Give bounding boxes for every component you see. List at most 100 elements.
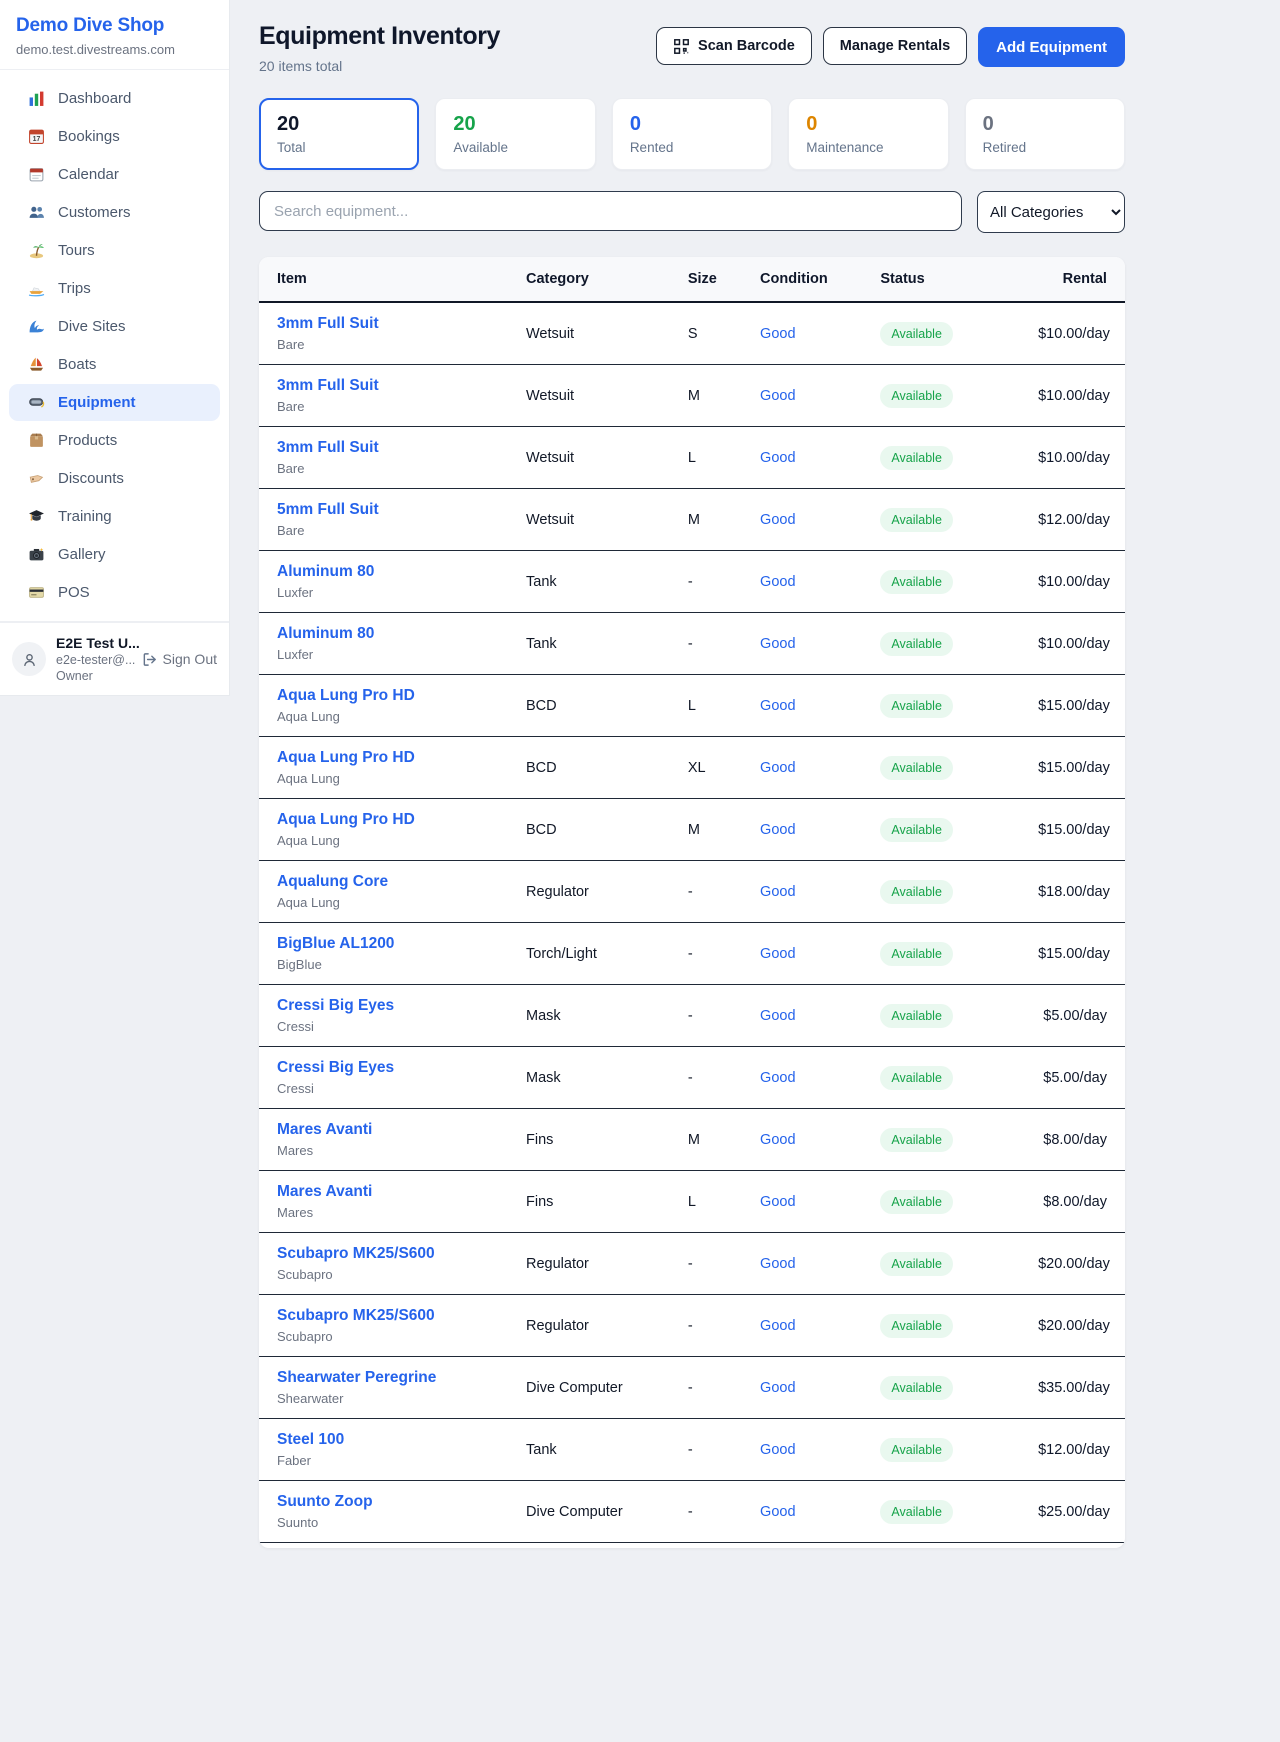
condition-link[interactable]: Good <box>760 698 795 714</box>
status-badge: Available <box>880 1004 953 1028</box>
category-select[interactable]: All Categories <box>977 191 1125 233</box>
sidebar-item-tours[interactable]: Tours <box>9 232 220 269</box>
table-row: Mares Avanti Mares Fins M Good Available… <box>259 1109 1125 1171</box>
add-equipment-button[interactable]: Add Equipment <box>978 27 1125 67</box>
sidebar-item-training[interactable]: Training <box>9 498 220 535</box>
condition-link[interactable]: Good <box>760 1380 795 1396</box>
condition-link[interactable]: Good <box>760 450 795 466</box>
sidebar-nav: Dashboard 17 Bookings Calendar Customers… <box>0 70 229 621</box>
sidebar-item-dive-sites[interactable]: Dive Sites <box>9 308 220 345</box>
condition-link[interactable]: Good <box>760 1132 795 1148</box>
sidebar-item-label: Tours <box>58 242 95 259</box>
item-name-link[interactable]: Suunto Zoop <box>277 1493 373 1511</box>
stats-row: 20 Total 20 Available 0 Rented 0 Mainten… <box>259 98 1125 170</box>
status-cell: Available <box>880 1252 1038 1276</box>
sidebar-item-products[interactable]: Products <box>9 422 220 459</box>
stat-card-rented[interactable]: 0 Rented <box>612 98 772 170</box>
manage-rentals-button[interactable]: Manage Rentals <box>823 27 967 65</box>
condition-link[interactable]: Good <box>760 1070 795 1086</box>
stat-card-retired[interactable]: 0 Retired <box>965 98 1125 170</box>
scan-barcode-button[interactable]: Scan Barcode <box>656 27 812 65</box>
condition-link[interactable]: Good <box>760 512 795 528</box>
sidebar-item-equipment[interactable]: Equipment <box>9 384 220 421</box>
user-email: e2e-tester@... <box>56 653 132 667</box>
sidebar-item-label: Boats <box>58 356 96 373</box>
size-cell: - <box>688 574 760 590</box>
rental-cell: $15.00/day <box>1038 946 1107 962</box>
page-header: Equipment Inventory 20 items total Scan … <box>259 22 1125 74</box>
condition-link[interactable]: Good <box>760 946 795 962</box>
item-name-link[interactable]: Scubapro MK25/S600 <box>277 1307 435 1325</box>
item-cell: Mares Avanti Mares <box>277 1121 526 1158</box>
rental-cell: $15.00/day <box>1038 822 1107 838</box>
sign-out-button[interactable]: Sign Out <box>142 651 217 667</box>
condition-link[interactable]: Good <box>760 326 795 342</box>
item-name-link[interactable]: Aluminum 80 <box>277 625 374 643</box>
stat-card-maintenance[interactable]: 0 Maintenance <box>788 98 948 170</box>
table-row: Aqua Lung Pro HD Aqua Lung BCD L Good Av… <box>259 675 1125 737</box>
item-name-link[interactable]: Aqualung Core <box>277 873 388 891</box>
sidebar-item-gallery[interactable]: Gallery <box>9 536 220 573</box>
item-name-link[interactable]: Aluminum 80 <box>277 563 374 581</box>
table-row: Steel 100 Faber Tank - Good Available $1… <box>259 1419 1125 1481</box>
item-brand: Cressi <box>277 1019 526 1034</box>
table-row: Aqua Lung Pro HD Aqua Lung BCD M Good Av… <box>259 799 1125 861</box>
size-cell: M <box>688 512 760 528</box>
item-name-link[interactable]: Scubapro MK25/S600 <box>277 1245 435 1263</box>
condition-link[interactable]: Good <box>760 1504 795 1520</box>
item-name-link[interactable]: Mares Avanti <box>277 1121 372 1139</box>
column-header: Rental <box>1038 271 1107 287</box>
sidebar-item-label: Dive Sites <box>58 318 126 335</box>
item-name-link[interactable]: Aqua Lung Pro HD <box>277 687 415 705</box>
item-name-link[interactable]: BigBlue AL1200 <box>277 935 394 953</box>
item-name-link[interactable]: Shearwater Peregrine <box>277 1369 436 1387</box>
condition-cell: Good <box>760 945 880 963</box>
item-name-link[interactable]: 5mm Full Suit <box>277 501 379 519</box>
condition-cell: Good <box>760 1503 880 1521</box>
table-body: 3mm Full Suit Bare Wetsuit S Good Availa… <box>259 303 1125 1543</box>
item-name-link[interactable]: Mares Avanti <box>277 1183 372 1201</box>
condition-link[interactable]: Good <box>760 1194 795 1210</box>
size-cell: - <box>688 1256 760 1272</box>
category-cell: Wetsuit <box>526 512 688 528</box>
item-name-link[interactable]: 3mm Full Suit <box>277 315 379 333</box>
item-name-link[interactable]: Steel 100 <box>277 1431 344 1449</box>
user-info: E2E Test U... e2e-tester@... Owner <box>56 635 132 683</box>
condition-link[interactable]: Good <box>760 760 795 776</box>
search-input[interactable] <box>259 191 962 231</box>
category-cell: Regulator <box>526 1256 688 1272</box>
condition-cell: Good <box>760 697 880 715</box>
sidebar-item-dashboard[interactable]: Dashboard <box>9 80 220 117</box>
status-cell: Available <box>880 384 1038 408</box>
sidebar-item-customers[interactable]: Customers <box>9 194 220 231</box>
sidebar-item-boats[interactable]: Boats <box>9 346 220 383</box>
sidebar-item-discounts[interactable]: Discounts <box>9 460 220 497</box>
stat-card-available[interactable]: 20 Available <box>435 98 595 170</box>
item-name-link[interactable]: Aqua Lung Pro HD <box>277 811 415 829</box>
item-name-link[interactable]: Cressi Big Eyes <box>277 997 394 1015</box>
rental-cell: $5.00/day <box>1038 1070 1107 1086</box>
condition-link[interactable]: Good <box>760 884 795 900</box>
condition-link[interactable]: Good <box>760 1008 795 1024</box>
sidebar-item-calendar[interactable]: Calendar <box>9 156 220 193</box>
condition-link[interactable]: Good <box>760 1318 795 1334</box>
condition-link[interactable]: Good <box>760 636 795 652</box>
condition-link[interactable]: Good <box>760 1256 795 1272</box>
category-cell: Torch/Light <box>526 946 688 962</box>
condition-link[interactable]: Good <box>760 388 795 404</box>
stat-card-total[interactable]: 20 Total <box>259 98 419 170</box>
condition-link[interactable]: Good <box>760 574 795 590</box>
table-row: 3mm Full Suit Bare Wetsuit M Good Availa… <box>259 365 1125 427</box>
sidebar-item-bookings[interactable]: 17 Bookings <box>9 118 220 155</box>
item-name-link[interactable]: Cressi Big Eyes <box>277 1059 394 1077</box>
condition-link[interactable]: Good <box>760 822 795 838</box>
item-cell: Aluminum 80 Luxfer <box>277 625 526 662</box>
condition-link[interactable]: Good <box>760 1442 795 1458</box>
item-name-link[interactable]: Aqua Lung Pro HD <box>277 749 415 767</box>
item-name-link[interactable]: 3mm Full Suit <box>277 377 379 395</box>
stat-label: Retired <box>983 140 1107 155</box>
sidebar-item-trips[interactable]: Trips <box>9 270 220 307</box>
item-name-link[interactable]: 3mm Full Suit <box>277 439 379 457</box>
brand-domain: demo.test.divestreams.com <box>16 42 213 57</box>
sidebar-item-pos[interactable]: POS <box>9 574 220 611</box>
